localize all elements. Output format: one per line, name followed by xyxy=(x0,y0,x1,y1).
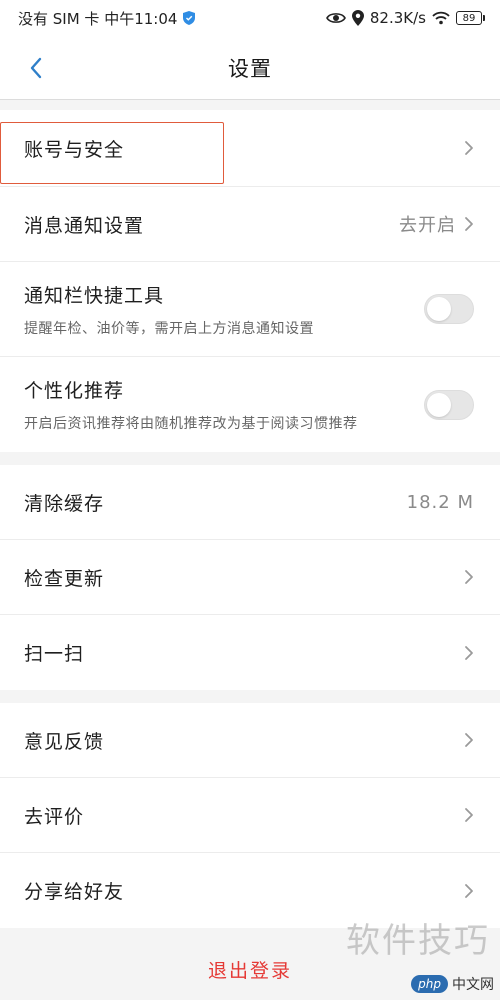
row-clear-cache[interactable]: 清除缓存 18.2 M xyxy=(0,465,500,540)
chevron-right-icon xyxy=(465,570,473,584)
status-left: 没有 SIM 卡 中午11:04 xyxy=(18,8,196,29)
page-title: 设置 xyxy=(228,56,272,81)
battery-level: 89 xyxy=(462,12,476,24)
chevron-right-icon xyxy=(465,883,473,898)
shortcut-tools-toggle[interactable] xyxy=(424,294,474,324)
badge-text: 中文网 xyxy=(452,977,494,993)
row-label: 清除缓存 xyxy=(24,492,105,515)
row-account-security[interactable]: 账号与安全 xyxy=(0,110,500,187)
top-spacer xyxy=(0,100,500,110)
php-logo: php xyxy=(411,975,448,993)
row-label: 通知栏快捷工具 xyxy=(24,284,165,307)
wifi-icon xyxy=(432,11,450,25)
cache-size-value: 18.2 M xyxy=(406,491,474,513)
nav-bar: 设置 xyxy=(0,36,500,100)
chevron-right-icon xyxy=(465,808,473,822)
row-right: 18.2 M xyxy=(407,492,474,513)
shield-icon xyxy=(183,11,196,25)
status-bar: 没有 SIM 卡 中午11:04 82.3K/s 89 xyxy=(0,0,500,36)
row-shortcut-tools: 通知栏快捷工具 提醒年检、油价等，需开启上方消息通知设置 xyxy=(0,262,500,357)
row-text: 个性化推荐 开启后资讯推荐将由随机推荐改为基于阅读习惯推荐 xyxy=(24,376,358,433)
row-value: 去开启 xyxy=(399,215,456,236)
row-text: 通知栏快捷工具 提醒年检、油价等，需开启上方消息通知设置 xyxy=(24,281,314,338)
row-feedback[interactable]: 意见反馈 xyxy=(0,703,500,778)
row-label: 账号与安全 xyxy=(24,138,125,161)
row-right xyxy=(464,140,474,156)
chevron-left-icon xyxy=(30,57,42,79)
row-scan[interactable]: 扫一扫 xyxy=(0,615,500,690)
row-label: 去评价 xyxy=(24,805,85,828)
row-label: 扫一扫 xyxy=(24,643,85,665)
row-notification-settings[interactable]: 消息通知设置 去开启 xyxy=(0,187,500,262)
settings-group-account: 账号与安全 消息通知设置 去开启 通知栏快捷工具 提醒年检、油价等，需开启上方消… xyxy=(0,110,500,452)
row-label: 检查更新 xyxy=(24,567,105,590)
back-button[interactable] xyxy=(22,54,50,82)
location-pin-icon xyxy=(351,10,364,26)
network-speed: 82.3K/s xyxy=(369,9,426,27)
battery-icon: 89 xyxy=(456,11,485,25)
row-personalized-recommendation: 个性化推荐 开启后资讯推荐将由随机推荐改为基于阅读习惯推荐 xyxy=(0,357,500,452)
row-label: 消息通知设置 xyxy=(24,214,145,237)
chevron-right-icon xyxy=(465,645,473,660)
carrier-time-text: 没有 SIM 卡 中午11:04 xyxy=(18,9,178,28)
logout-button[interactable]: 退出登录 xyxy=(208,956,292,983)
chevron-right-icon xyxy=(465,217,473,231)
row-label: 意见反馈 xyxy=(24,730,105,753)
watermark-text: 软件技巧 xyxy=(346,921,490,961)
chevron-right-icon xyxy=(465,141,473,155)
row-description: 提醒年检、油价等，需开启上方消息通知设置 xyxy=(24,320,314,337)
row-label: 个性化推荐 xyxy=(24,380,125,402)
row-description: 开启后资讯推荐将由随机推荐改为基于阅读习惯推荐 xyxy=(24,416,358,432)
eye-icon xyxy=(325,13,346,23)
chevron-right-icon xyxy=(465,733,473,747)
row-check-update[interactable]: 检查更新 xyxy=(0,540,500,615)
personalized-recommendation-toggle[interactable] xyxy=(424,389,474,420)
row-right: 去开启 xyxy=(399,211,474,237)
row-label: 分享给好友 xyxy=(24,881,125,903)
watermark-badge: php 中文网 xyxy=(411,974,494,994)
row-rate-app[interactable]: 去评价 xyxy=(0,778,500,853)
settings-group-app: 清除缓存 18.2 M 检查更新 扫一扫 xyxy=(0,465,500,690)
settings-group-feedback: 意见反馈 去评价 分享给好友 xyxy=(0,703,500,928)
status-right: 82.3K/s 89 xyxy=(325,9,485,27)
